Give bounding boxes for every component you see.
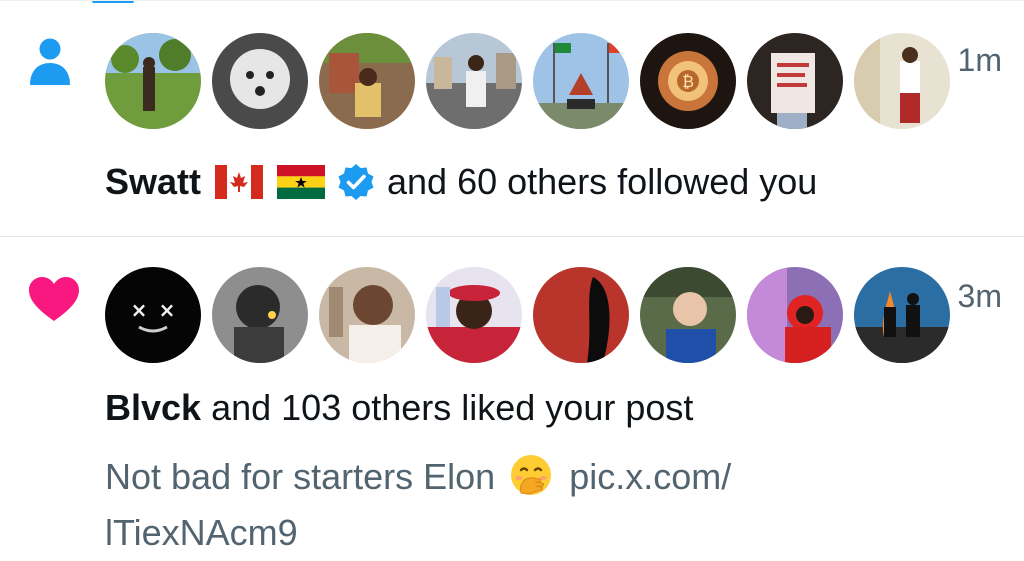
follow-notification[interactable]: 1m ₿ Swatt and 60 others followed you <box>0 0 1024 237</box>
avatar[interactable] <box>319 267 415 363</box>
avatar[interactable] <box>426 33 522 129</box>
ghana-flag-emoji <box>277 165 326 199</box>
avatar[interactable]: ₿ <box>640 33 736 129</box>
notification-timestamp: 3m <box>957 278 1002 314</box>
avatar[interactable] <box>747 267 843 363</box>
avatar[interactable] <box>533 33 629 129</box>
person-icon <box>28 37 72 87</box>
avatar[interactable]: × × <box>105 267 201 363</box>
notification-summary: Swatt and 60 others followed you <box>105 161 817 203</box>
notification-timestamp: 1m <box>957 42 1002 78</box>
svg-text:×: × <box>159 298 176 322</box>
verified-badge-icon <box>337 163 375 201</box>
liker-avatars: × × <box>105 267 950 363</box>
summary-text: and 60 others followed you <box>387 161 818 202</box>
avatar[interactable] <box>319 33 415 129</box>
svg-text:×: × <box>131 298 148 322</box>
avatar[interactable] <box>533 267 629 363</box>
actor-name[interactable]: Swatt <box>105 161 201 203</box>
like-notification[interactable]: 3m × × Blvck and 103 others liked your po… <box>0 237 1024 555</box>
post-text: Not bad for starters Elon <box>105 456 496 497</box>
avatar[interactable] <box>854 267 950 363</box>
notification-summary: Blvck and 103 others liked your post <box>105 387 693 429</box>
face-with-hand-over-mouth-emoji <box>509 453 553 497</box>
follower-avatars: ₿ <box>105 33 950 129</box>
avatar[interactable] <box>212 267 308 363</box>
summary-text: and 103 others liked your post <box>211 387 694 428</box>
avatar[interactable] <box>747 33 843 129</box>
heart-icon <box>27 275 81 323</box>
avatar[interactable] <box>212 33 308 129</box>
svg-text:₿: ₿ <box>682 72 694 91</box>
actor-name[interactable]: Blvck <box>105 387 201 429</box>
avatar[interactable] <box>854 33 950 129</box>
liked-post-preview[interactable]: Not bad for starters Elon pic.x.com/ lTi… <box>105 449 865 561</box>
canada-flag-emoji <box>215 165 264 199</box>
avatar[interactable] <box>105 33 201 129</box>
avatar[interactable] <box>640 267 736 363</box>
avatar[interactable] <box>426 267 522 363</box>
